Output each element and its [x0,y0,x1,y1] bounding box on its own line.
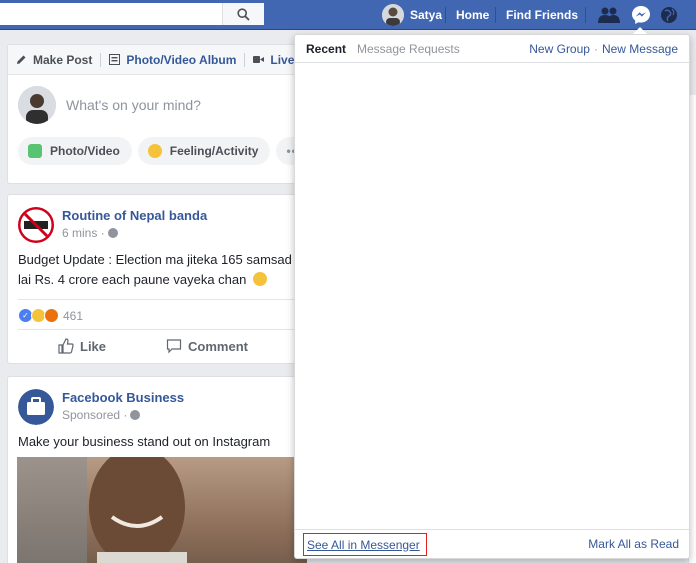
comment-button[interactable]: Comment [166,338,248,354]
search-icon [237,7,250,21]
timestamp-text: 6 mins · [62,226,105,240]
post-text-line: Budget Update : Election ma jiteka 165 s… [18,252,306,267]
nav-divider [445,7,446,23]
like-button[interactable]: Like [58,338,106,354]
notifications-button[interactable] [658,4,680,26]
tab-photo-video-album[interactable]: Photo/Video Album [109,52,246,67]
profile-link[interactable]: Satya [382,0,442,30]
reactions-summary[interactable]: ✓ 461 [18,299,296,330]
pencil-icon [17,55,26,64]
post-text-content: lai Rs. 4 crore each paune vayeka chan [18,272,247,287]
post-image[interactable] [17,457,307,563]
tab-make-post[interactable]: Make Post [16,52,102,67]
messenger-dropdown: Recent Message Requests New Group · New … [294,34,690,559]
chip-label: Feeling/Activity [169,144,259,158]
dropdown-caret [633,27,647,34]
feed-post: Routine of Nepal banda 6 mins · Budget U… [7,194,307,364]
tab-message-requests[interactable]: Message Requests [357,42,460,56]
tab-recent[interactable]: Recent [306,42,346,56]
post-timestamp[interactable]: 6 mins · [62,224,207,242]
profile-name: Satya [410,8,443,22]
nav-divider [585,7,586,23]
album-icon [109,54,121,65]
composer-tabs: Make Post Photo/Video Album Live Vi [8,45,306,75]
avatar [382,4,404,26]
page-avatar[interactable] [18,207,54,243]
like-label: Like [80,338,107,354]
thumbs-up-icon [58,338,74,354]
messenger-dropdown-footer: See All in Messenger Mark All as Read [295,529,689,558]
friend-requests-icon [598,7,620,23]
angry-reaction-icon [44,308,59,323]
post-composer: Make Post Photo/Video Album Live Vi What… [7,44,313,184]
comment-label: Comment [188,338,248,354]
mark-all-as-read-link[interactable]: Mark All as Read [588,537,679,551]
new-group-link[interactable]: New Group [529,42,590,56]
public-globe-icon [130,410,141,420]
divider [100,52,102,67]
video-camera-icon [253,56,265,63]
sponsored-label[interactable]: Sponsored · [62,406,184,424]
find-friends-link[interactable]: Find Friends [506,0,578,30]
smiley-icon [147,144,162,158]
messenger-icon [632,6,650,24]
search-button[interactable] [222,3,264,25]
tab-label: Photo/Video Album [126,52,237,67]
reaction-count: 461 [63,308,84,323]
public-globe-icon [107,228,118,238]
separator-dot: · [593,41,598,56]
photo-icon [28,144,42,158]
wow-emoji-icon [252,272,267,286]
messenger-dropdown-header: Recent Message Requests New Group · New … [295,35,689,63]
top-navigation-bar: Satya Home Find Friends [0,0,696,30]
conversation-list [295,63,689,530]
page-name-link[interactable]: Facebook Business [62,389,184,406]
status-input[interactable]: What's on your mind? [66,97,201,113]
globe-notifications-icon [661,7,677,23]
page-name-link[interactable]: Routine of Nepal banda [62,207,207,224]
search-input[interactable] [0,3,264,25]
home-link[interactable]: Home [456,0,489,30]
messenger-button[interactable] [630,4,652,26]
post-text-line: Make your business stand out on Instagra… [18,434,271,449]
feeling-activity-button[interactable]: Feeling/Activity [137,137,271,165]
nav-divider [495,7,496,23]
tab-label: Make Post [33,52,93,67]
see-all-in-messenger-link[interactable]: See All in Messenger [303,532,427,556]
friend-requests-button[interactable] [598,4,620,26]
sponsored-post: Facebook Business Sponsored · Make your … [7,376,307,563]
divider [244,52,246,67]
photo-video-button[interactable]: Photo/Video [18,137,132,165]
sponsored-text: Sponsored · [62,408,128,422]
comment-icon [166,339,182,354]
page-avatar[interactable] [18,389,54,425]
post-text-line: lai Rs. 4 crore each paune vayeka chan [8,269,306,289]
new-message-link[interactable]: New Message [602,42,678,56]
avatar [18,86,56,124]
chip-label: Photo/Video [50,144,120,158]
